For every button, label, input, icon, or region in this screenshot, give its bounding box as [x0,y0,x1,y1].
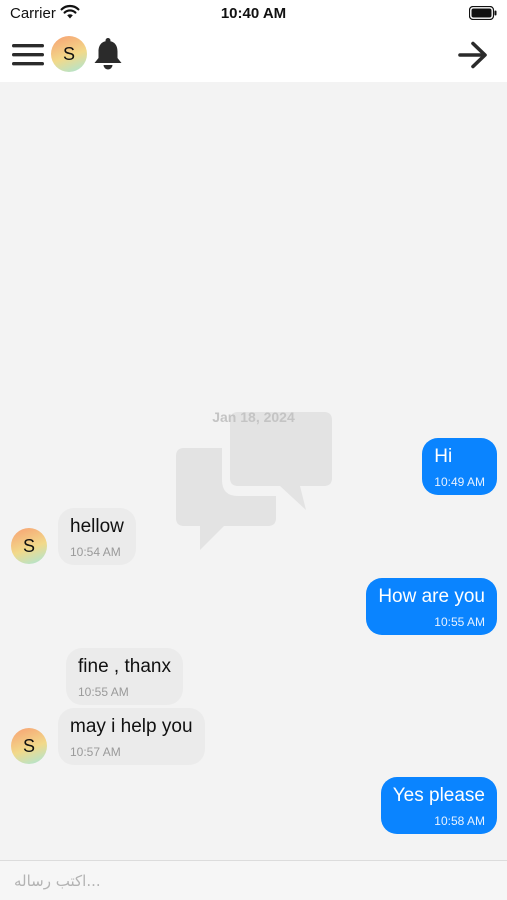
message-time: 10:57 AM [70,745,121,759]
message-bubble-outgoing[interactable]: Hi 10:49 AM [422,438,497,495]
message-text: Yes please [392,785,485,806]
message-text: may i help you [70,716,193,737]
status-bar: Carrier 10:40 AM [0,0,507,28]
avatar-initial: S [22,535,35,556]
message-time: 10:58 AM [434,814,485,828]
message-bubble-incoming[interactable]: may i help you 10:57 AM [58,708,205,765]
message-bubble-outgoing[interactable]: Yes please 10:58 AM [380,777,497,834]
date-separator: Jan 18, 2024 [212,409,295,425]
message-time: 10:54 AM [70,545,121,559]
clock-label: 10:40 AM [220,5,287,22]
battery-icon [468,5,497,25]
message-time: 10:55 AM [434,615,485,629]
bell-icon[interactable] [92,37,124,71]
message-input[interactable] [0,861,507,900]
avatar[interactable]: S [11,728,47,764]
avatar-initial: S [62,43,75,64]
nav-bar: S [0,28,507,82]
arrow-right-icon[interactable] [457,40,489,70]
message-time: 10:55 AM [78,685,129,699]
message-time: 10:49 AM [434,475,485,489]
avatar-initial: S [22,735,35,756]
message-bubble-outgoing[interactable]: How are you 10:55 AM [366,578,497,635]
chat-bubbles-icon [172,408,336,554]
message-text: How are you [378,586,485,607]
message-composer [0,860,507,900]
message-bubble-incoming[interactable]: fine , thanx 10:55 AM [66,648,183,705]
message-bubble-incoming[interactable]: hellow 10:54 AM [58,508,136,565]
message-text: hellow [70,516,124,537]
chat-area[interactable]: Jan 18, 2024 Hi 10:49 AM S hellow 10:54 … [0,82,507,860]
menu-icon[interactable] [12,42,44,68]
avatar[interactable]: S [51,36,87,72]
message-text: Hi [434,446,453,467]
avatar[interactable]: S [11,528,47,564]
message-text: fine , thanx [78,656,171,677]
